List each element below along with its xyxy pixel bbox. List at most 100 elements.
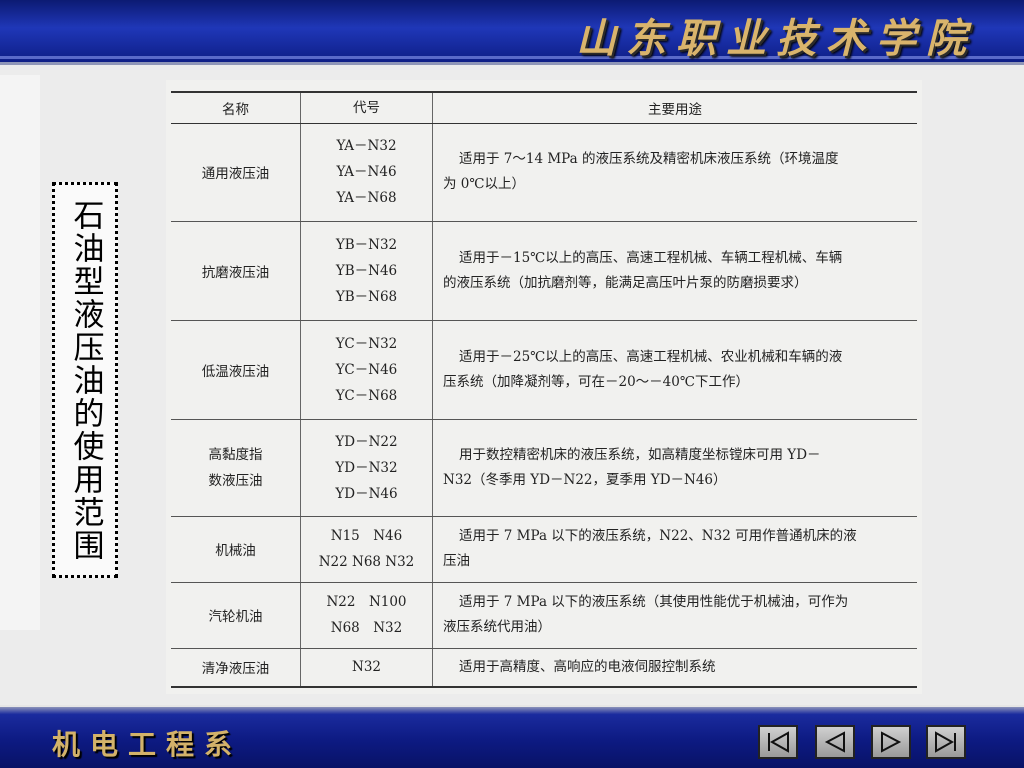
oil-usage-cell: 适用于 7～14 MPa 的液压系统及精密机床液压系统（环境温度为 0℃以上） [432, 123, 917, 222]
oil-code: YC－N68 [335, 387, 398, 404]
usage-line-wrap: 适用于高精度、高响应的电液伺服控制系统 [443, 655, 907, 680]
oil-usage-line: 的液压系统（加抗磨剂等，能满足高压叶片泵的防磨损要求） [443, 274, 808, 291]
oil-usage-line: 为 0℃以上） [443, 176, 525, 192]
oil-code-cell: N15 N46 N22 N68 N32 [300, 516, 433, 583]
last-slide-button[interactable] [926, 725, 966, 759]
usage-line-wrap: 液压系统代用油） [443, 615, 907, 640]
oil-code: YB－N68 [335, 288, 398, 305]
last-slide-icon [935, 731, 956, 753]
oil-code: YA－N68 [336, 190, 397, 206]
oil-usage-cell: 适用于 7 MPa 以下的液压系统（其使用性能优于机械油，可作为液压系统代用油） [432, 582, 917, 649]
table-image: 名称 代号 主要用途 通用液压油 YA－N32 YA－N46 YA－N68 适用于 7～… [166, 80, 922, 694]
column-header-code: 代号 [300, 91, 433, 124]
oil-name: 数液压油 [208, 472, 263, 489]
oil-code-cell: YC－N32 YC－N46 YC－N68 [300, 320, 433, 420]
oil-code-cell: N32 [300, 648, 433, 688]
usage-line-wrap: 适用于 7～14 MPa 的液压系统及精密机床液压系统（环境温度 [443, 147, 907, 172]
usage-line-wrap: 压系统（加降凝剂等，可在－20～－40℃下工作） [443, 370, 907, 395]
oil-usage-cell: 适用于高精度、高响应的电液伺服控制系统 [432, 648, 917, 688]
oil-name: 清净液压油 [201, 661, 270, 678]
oil-name-cell: 高黏度指 数液压油 [171, 419, 301, 517]
oil-name: 机械油 [215, 543, 256, 559]
oil-name-cell: 机械油 [171, 516, 301, 583]
oil-usage-line: 适用于 7 MPa 以下的液压系统（其使用性能优于机械油，可作为 [459, 594, 849, 610]
oil-name: 汽轮机油 [208, 609, 263, 625]
oil-name: 低温液压油 [201, 363, 270, 380]
oil-usage-line: 适用于 7～14 MPa 的液压系统及精密机床液压系统（环境温度 [459, 151, 839, 167]
oil-name-cell: 抗磨液压油 [171, 221, 301, 321]
column-header-usage: 主要用途 [432, 91, 917, 124]
oil-name-cell: 清净液压油 [171, 648, 301, 688]
table-header-row: 名称 代号 主要用途 [171, 91, 917, 124]
usage-line-wrap: 适用于 7 MPa 以下的液压系统（其使用性能优于机械油，可作为 [443, 590, 907, 615]
oil-usage-cell: 适用于－15℃以上的高压、高速工程机械、车辆工程机械、车辆的液压系统（加抗磨剂等… [432, 221, 917, 321]
oil-usage-line: 适用于 7 MPa 以下的液压系统，N22、N32 可用作普通机床的液 [459, 528, 857, 544]
oil-name-cell: 低温液压油 [171, 320, 301, 420]
oil-code: YC－N46 [335, 361, 398, 378]
column-header-name: 名称 [171, 91, 301, 124]
oil-usage-cell: 用于数控精密机床的液压系统，如高精度坐标镗床可用 YD－ N32（冬季用 YD－N… [432, 419, 917, 517]
usage-line-wrap: N32（冬季用 YD－N22，夏季用 YD－N46） [443, 468, 907, 493]
previous-slide-icon [824, 731, 845, 753]
header-banner: 山东职业技术学院 [0, 0, 1024, 65]
oil-name-cell: 通用液压油 [171, 123, 301, 222]
oil-name: 抗磨液压油 [201, 264, 270, 281]
oil-code: YD－N32 [335, 459, 398, 476]
oil-code-cell: YB－N32 YB－N46 YB－N68 [300, 221, 433, 321]
oil-name-cell: 汽轮机油 [171, 582, 301, 649]
previous-slide-button[interactable] [815, 725, 855, 759]
usage-line-wrap: 的液压系统（加抗磨剂等，能满足高压叶片泵的防磨损要求） [443, 271, 907, 296]
table-row: 抗磨液压油 YB－N32 YB－N46 YB－N68 适用于－15℃以上的高压、高速工程… [171, 221, 917, 321]
usage-line-wrap: 用于数控精密机床的液压系统，如高精度坐标镗床可用 YD－ [443, 443, 907, 468]
college-name: 山东职业技术学院 [576, 15, 976, 62]
oil-code: YA－N46 [336, 164, 397, 180]
table-row: 清净液压油 N32 适用于高精度、高响应的电液伺服控制系统 [171, 648, 917, 688]
oil-code: N68 N32 [330, 620, 403, 636]
table-row: 机械油 N15 N46 N22 N68 N32 适用于 7 MPa 以下的液压系统，N… [171, 516, 917, 583]
oil-code-cell: YD－N22 YD－N32 YD－N46 [300, 419, 433, 517]
table-row: 高黏度指数液压油 YD－N22 YD－N32 YD－N46 用于数控精密机床的液压系统，… [171, 419, 917, 517]
side-title-box: 石油型液压油的使用范围 [52, 182, 118, 578]
oil-code: N32 [352, 659, 381, 676]
oil-usage-line: N32（冬季用 YD－N22，夏季用 YD－N46） [443, 471, 727, 488]
oil-usage-line: 适用于－15℃以上的高压、高速工程机械、车辆工程机械、车辆 [459, 249, 843, 266]
oil-usage-line: 压油 [443, 553, 470, 569]
next-slide-button[interactable] [871, 725, 911, 759]
footer-bar: 机电工程系 [0, 707, 1024, 768]
next-slide-icon [881, 731, 902, 753]
oil-code-cell: YA－N32 YA－N46 YA－N68 [300, 123, 433, 222]
usage-line-wrap: 适用于－25℃以上的高压、高速工程机械、农业机械和车辆的液 [443, 345, 907, 370]
usage-line-wrap: 压油 [443, 549, 907, 574]
oil-name: 高黏度指 [208, 446, 263, 463]
oil-code: N22 N100 [326, 594, 407, 610]
left-strip [0, 75, 40, 630]
oil-code-cell: N22 N100 N68 N32 [300, 582, 433, 649]
table-row: 通用液压油 YA－N32 YA－N46 YA－N68 适用于 7～14 MPa 的液压系… [171, 123, 917, 222]
oil-code: YA－N32 [336, 138, 397, 154]
oil-usage-line: 适用于高精度、高响应的电液伺服控制系统 [459, 658, 716, 675]
first-slide-icon [768, 731, 789, 753]
oil-usage-line: 液压系统代用油） [443, 619, 551, 635]
table-row: 汽轮机油 N22 N100 N68 N32 适用于 7 MPa 以下的液压系统（其使用… [171, 582, 917, 649]
oil-usage-cell: 适用于－25℃以上的高压、高速工程机械、农业机械和车辆的液压系统（加降凝剂等，可… [432, 320, 917, 420]
oil-usage-cell: 适用于 7 MPa 以下的液压系统，N22、N32 可用作普通机床的液压油 [432, 516, 917, 583]
oil-usage-table: 名称 代号 主要用途 通用液压油 YA－N32 YA－N46 YA－N68 适用于 7～… [171, 91, 917, 688]
usage-line-wrap: 适用于 7 MPa 以下的液压系统，N22、N32 可用作普通机床的液 [443, 524, 907, 549]
oil-code: YC－N32 [335, 335, 398, 352]
oil-usage-line: 用于数控精密机床的液压系统，如高精度坐标镗床可用 YD－ [459, 446, 821, 463]
usage-line-wrap: 为 0℃以上） [443, 172, 907, 197]
oil-name: 通用液压油 [201, 166, 270, 182]
table-row: 低温液压油 YC－N32 YC－N46 YC－N68 适用于－25℃以上的高压、高速工程… [171, 320, 917, 420]
oil-code: N15 N46 [330, 528, 403, 544]
oil-usage-line: 适用于－25℃以上的高压、高速工程机械、农业机械和车辆的液 [459, 348, 843, 365]
side-title: 石油型液压油的使用范围 [67, 198, 104, 562]
oil-code: YD－N22 [335, 433, 398, 450]
oil-code: YB－N46 [335, 262, 398, 279]
oil-code: YD－N46 [335, 485, 398, 502]
first-slide-button[interactable] [758, 725, 798, 759]
oil-usage-line: 压系统（加降凝剂等，可在－20～－40℃下工作） [443, 373, 749, 390]
oil-code: N22 N68 N32 [318, 554, 415, 570]
department-name: 机电工程系 [52, 728, 243, 761]
oil-code: YB－N32 [335, 236, 398, 253]
usage-line-wrap: 适用于－15℃以上的高压、高速工程机械、车辆工程机械、车辆 [443, 246, 907, 271]
